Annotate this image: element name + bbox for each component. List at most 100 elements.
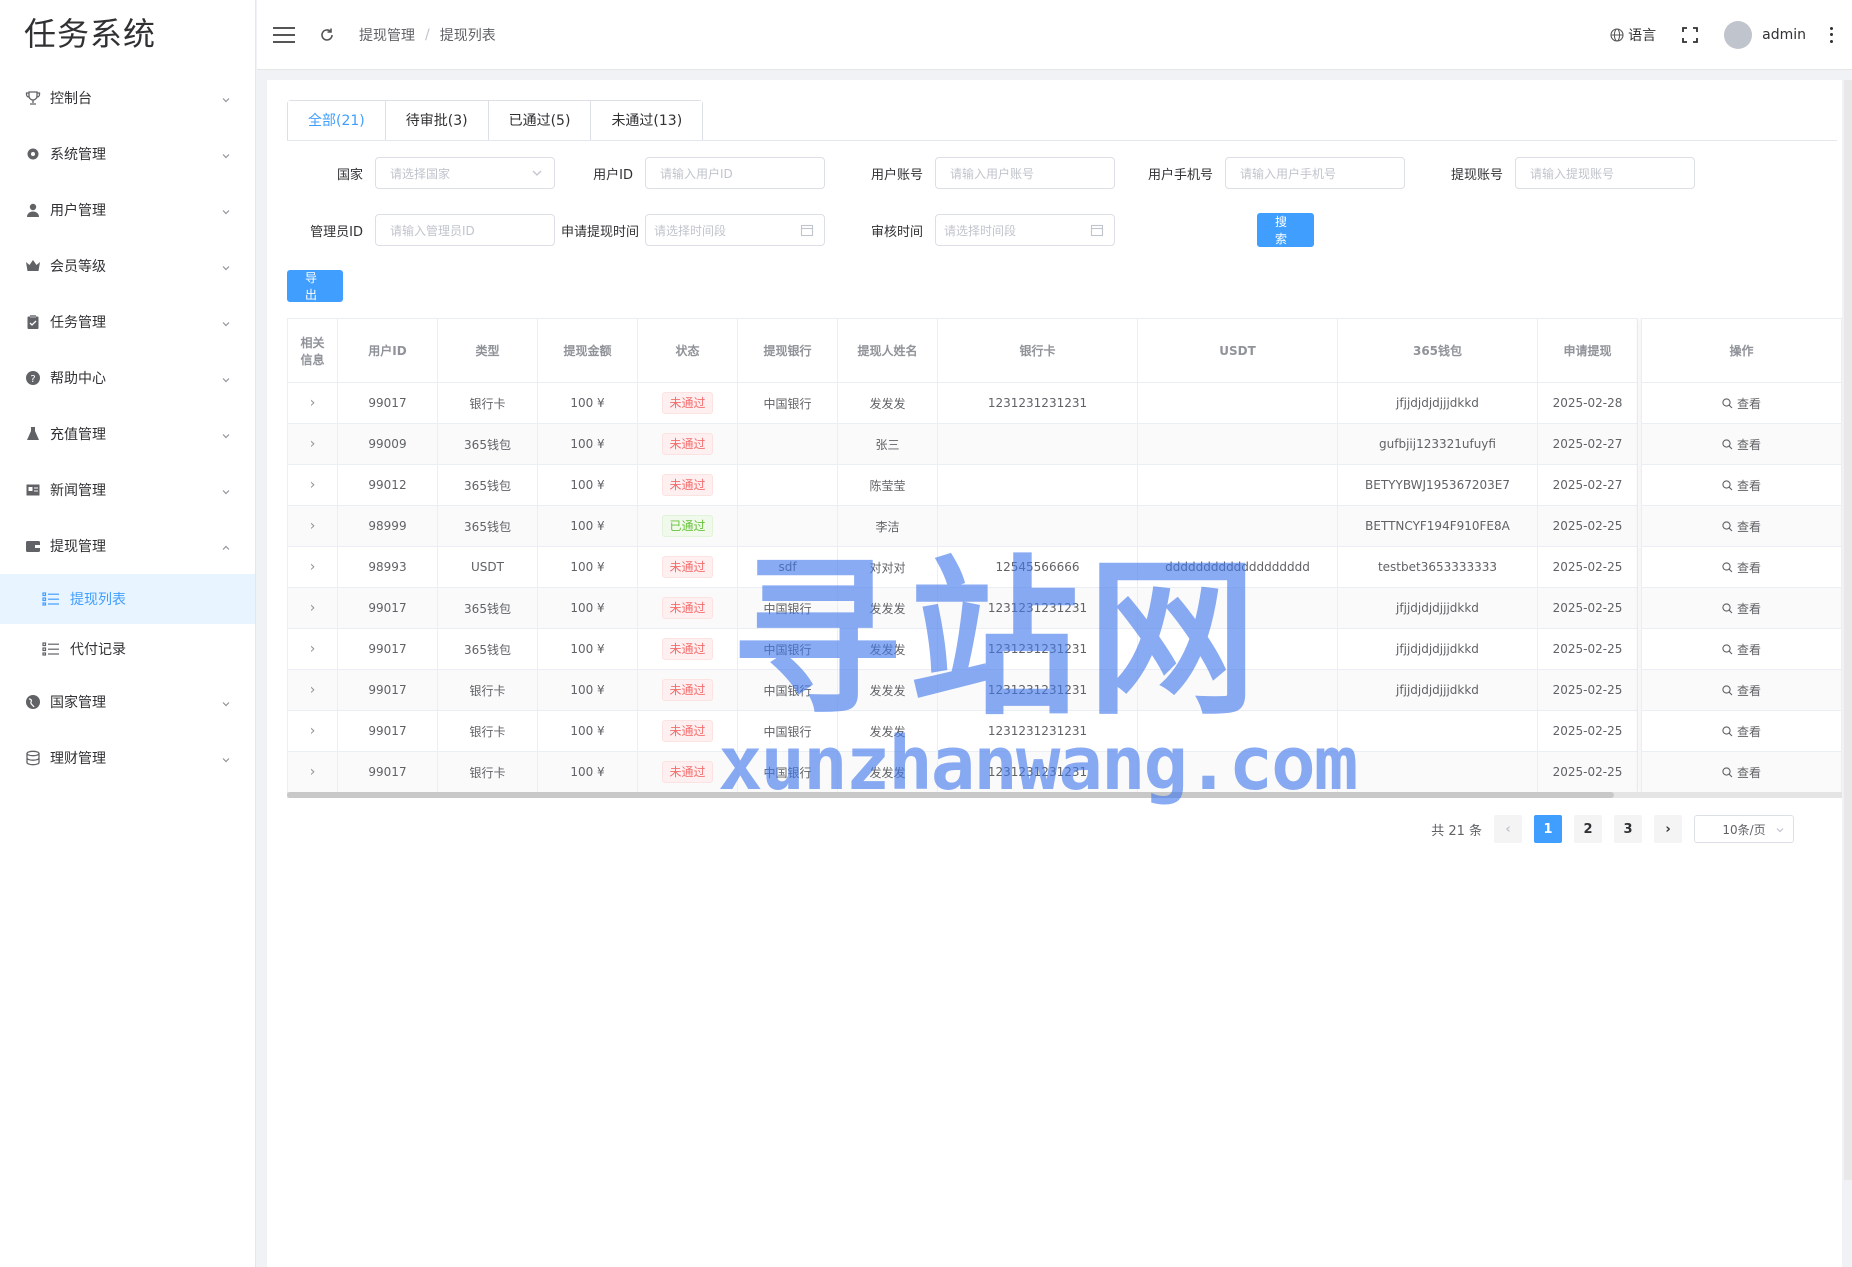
language-switch[interactable]: 语言	[1610, 25, 1656, 45]
sidebar-item-3[interactable]: 会员等级	[0, 238, 255, 294]
cell-amount: 100 ¥	[537, 423, 638, 465]
sidebar-item-after-1[interactable]: 理财管理	[0, 730, 255, 786]
submenu-item-1[interactable]: 代付记录	[0, 624, 255, 674]
sidebar-menu: 控制台 系统管理 用户管理 会员等级任务管理 ? 帮助中心 充值管理 新闻管理 提现管理 提现列表…	[0, 70, 255, 786]
view-button[interactable]: 查看	[1722, 682, 1761, 699]
view-button[interactable]: 查看	[1722, 518, 1761, 535]
table-horizontal-scrollbar[interactable]	[287, 792, 1614, 798]
tab-2[interactable]: 已通过(5)	[488, 101, 592, 141]
col-card: 银行卡	[937, 318, 1138, 383]
tab-0[interactable]: 全部(21)	[288, 101, 386, 141]
page-list: 123	[1534, 815, 1642, 843]
view-button[interactable]: 查看	[1722, 723, 1761, 740]
chevron-down-icon	[221, 261, 231, 271]
user-menu[interactable]: admin	[1724, 20, 1806, 49]
user-phone-input[interactable]: 请输入用户手机号	[1225, 157, 1405, 189]
user-id-input[interactable]: 请输入用户ID	[645, 157, 825, 189]
cell-bank	[737, 505, 838, 547]
page-button-1[interactable]: 1	[1534, 815, 1562, 843]
apply-time-picker[interactable]: 请选择时间段	[645, 214, 825, 246]
breadcrumb-item-withdraw[interactable]: 提现管理	[359, 25, 415, 45]
row-expand-icon[interactable]: ›	[287, 587, 338, 629]
search-icon	[1722, 397, 1733, 409]
sidebar-item-2[interactable]: 用户管理	[0, 182, 255, 238]
view-label: 查看	[1736, 765, 1761, 780]
cell-name: 张三	[837, 423, 938, 465]
cell-bank	[737, 423, 838, 465]
view-button[interactable]: 查看	[1722, 477, 1761, 494]
view-label: 查看	[1736, 601, 1761, 616]
col-bank: 提现银行	[737, 318, 838, 383]
pagination-total: 共 21 条	[1431, 823, 1482, 839]
view-button[interactable]: 查看	[1722, 600, 1761, 617]
country-select[interactable]: 请选择国家	[375, 157, 555, 189]
submenu-item-0[interactable]: 提现列表	[0, 574, 255, 624]
row-expand-icon[interactable]: ›	[287, 505, 338, 547]
sidebar-item-after-0[interactable]: 国家管理	[0, 674, 255, 730]
page-size-label: 10条/页	[1722, 822, 1766, 837]
cell-card: 1231231231231	[937, 628, 1138, 670]
user-id-label: 用户ID	[593, 167, 633, 183]
cell-status: 未通过	[637, 751, 738, 793]
crown-icon	[24, 257, 42, 275]
tab-1[interactable]: 待审批(3)	[385, 101, 489, 141]
sidebar-item-6[interactable]: 充值管理	[0, 406, 255, 462]
view-label: 查看	[1736, 642, 1761, 657]
prev-page-button[interactable]: ‹	[1494, 815, 1522, 843]
hamburger-menu-icon[interactable]	[273, 26, 295, 43]
view-button[interactable]: 查看	[1722, 641, 1761, 658]
withdraw-account-input[interactable]: 请输入提现账号	[1515, 157, 1695, 189]
cell-name: 发发发	[837, 382, 938, 424]
cell-action: 查看	[1641, 546, 1842, 588]
row-expand-icon[interactable]: ›	[287, 546, 338, 588]
sidebar-item-0[interactable]: 控制台	[0, 70, 255, 126]
filter-user-id: 用户ID 请输入用户ID	[557, 157, 825, 189]
sidebar-item-5[interactable]: ? 帮助中心	[0, 350, 255, 406]
cell-name: 发发发	[837, 628, 938, 670]
page-vertical-scrollbar[interactable]	[1844, 80, 1852, 1180]
search-button[interactable]: 搜索	[1257, 213, 1314, 247]
sidebar-item-4[interactable]: 任务管理	[0, 294, 255, 350]
page-size-select[interactable]: 10条/页	[1694, 815, 1794, 843]
export-button[interactable]: 导出	[287, 270, 343, 302]
cell-user-id: 99012	[337, 464, 438, 506]
row-expand-icon[interactable]: ›	[287, 669, 338, 711]
user-account-input[interactable]: 请输入用户账号	[935, 157, 1115, 189]
sidebar-item-1[interactable]: 系统管理	[0, 126, 255, 182]
withdraw-table-grid: 相关 信息 用户ID 类型 提现金额 状态 提现银行 提现人姓名 银行卡 USDT…	[287, 318, 1638, 793]
fullscreen-icon[interactable]	[1682, 26, 1699, 43]
admin-id-input[interactable]: 请输入管理员ID	[375, 214, 555, 246]
page-button-2[interactable]: 2	[1574, 815, 1602, 843]
view-button[interactable]: 查看	[1722, 559, 1761, 576]
page-button-3[interactable]: 3	[1614, 815, 1642, 843]
row-expand-icon[interactable]: ›	[287, 382, 338, 424]
row-expand-icon[interactable]: ›	[287, 751, 338, 793]
cell-usdt	[1137, 751, 1338, 793]
sidebar-item-7[interactable]: 新闻管理	[0, 462, 255, 518]
cell-wallet: testbet3653333333	[1337, 546, 1538, 588]
next-page-button[interactable]: ›	[1654, 815, 1682, 843]
admin-id-placeholder: 请输入管理员ID	[390, 223, 475, 238]
cell-apply: 2025-02-25	[1537, 751, 1638, 793]
breadcrumb: 提现管理 / 提现列表	[359, 25, 496, 45]
cell-apply: 2025-02-25	[1537, 587, 1638, 629]
view-button[interactable]: 查看	[1722, 436, 1761, 453]
row-expand-icon[interactable]: ›	[287, 464, 338, 506]
search-icon	[1722, 643, 1733, 655]
search-icon	[1722, 561, 1733, 573]
cell-type: 银行卡	[437, 382, 538, 424]
col-user-id: 用户ID	[337, 318, 438, 383]
row-expand-icon[interactable]: ›	[287, 710, 338, 752]
sidebar-item-label: 任务管理	[50, 315, 106, 331]
view-button[interactable]: 查看	[1722, 764, 1761, 781]
table-header-row: 相关 信息 用户ID 类型 提现金额 状态 提现银行 提现人姓名 银行卡 USDT…	[287, 318, 1638, 383]
review-time-picker[interactable]: 请选择时间段	[935, 214, 1115, 246]
row-expand-icon[interactable]: ›	[287, 423, 338, 465]
cell-wallet: jfjjdjdjdjjjdkkd	[1337, 382, 1538, 424]
more-options-icon[interactable]	[1830, 26, 1834, 43]
tab-3[interactable]: 未通过(13)	[591, 101, 703, 141]
sidebar-item-8[interactable]: 提现管理	[0, 518, 255, 574]
refresh-icon[interactable]	[319, 27, 335, 43]
row-expand-icon[interactable]: ›	[287, 628, 338, 670]
view-button[interactable]: 查看	[1722, 395, 1761, 412]
